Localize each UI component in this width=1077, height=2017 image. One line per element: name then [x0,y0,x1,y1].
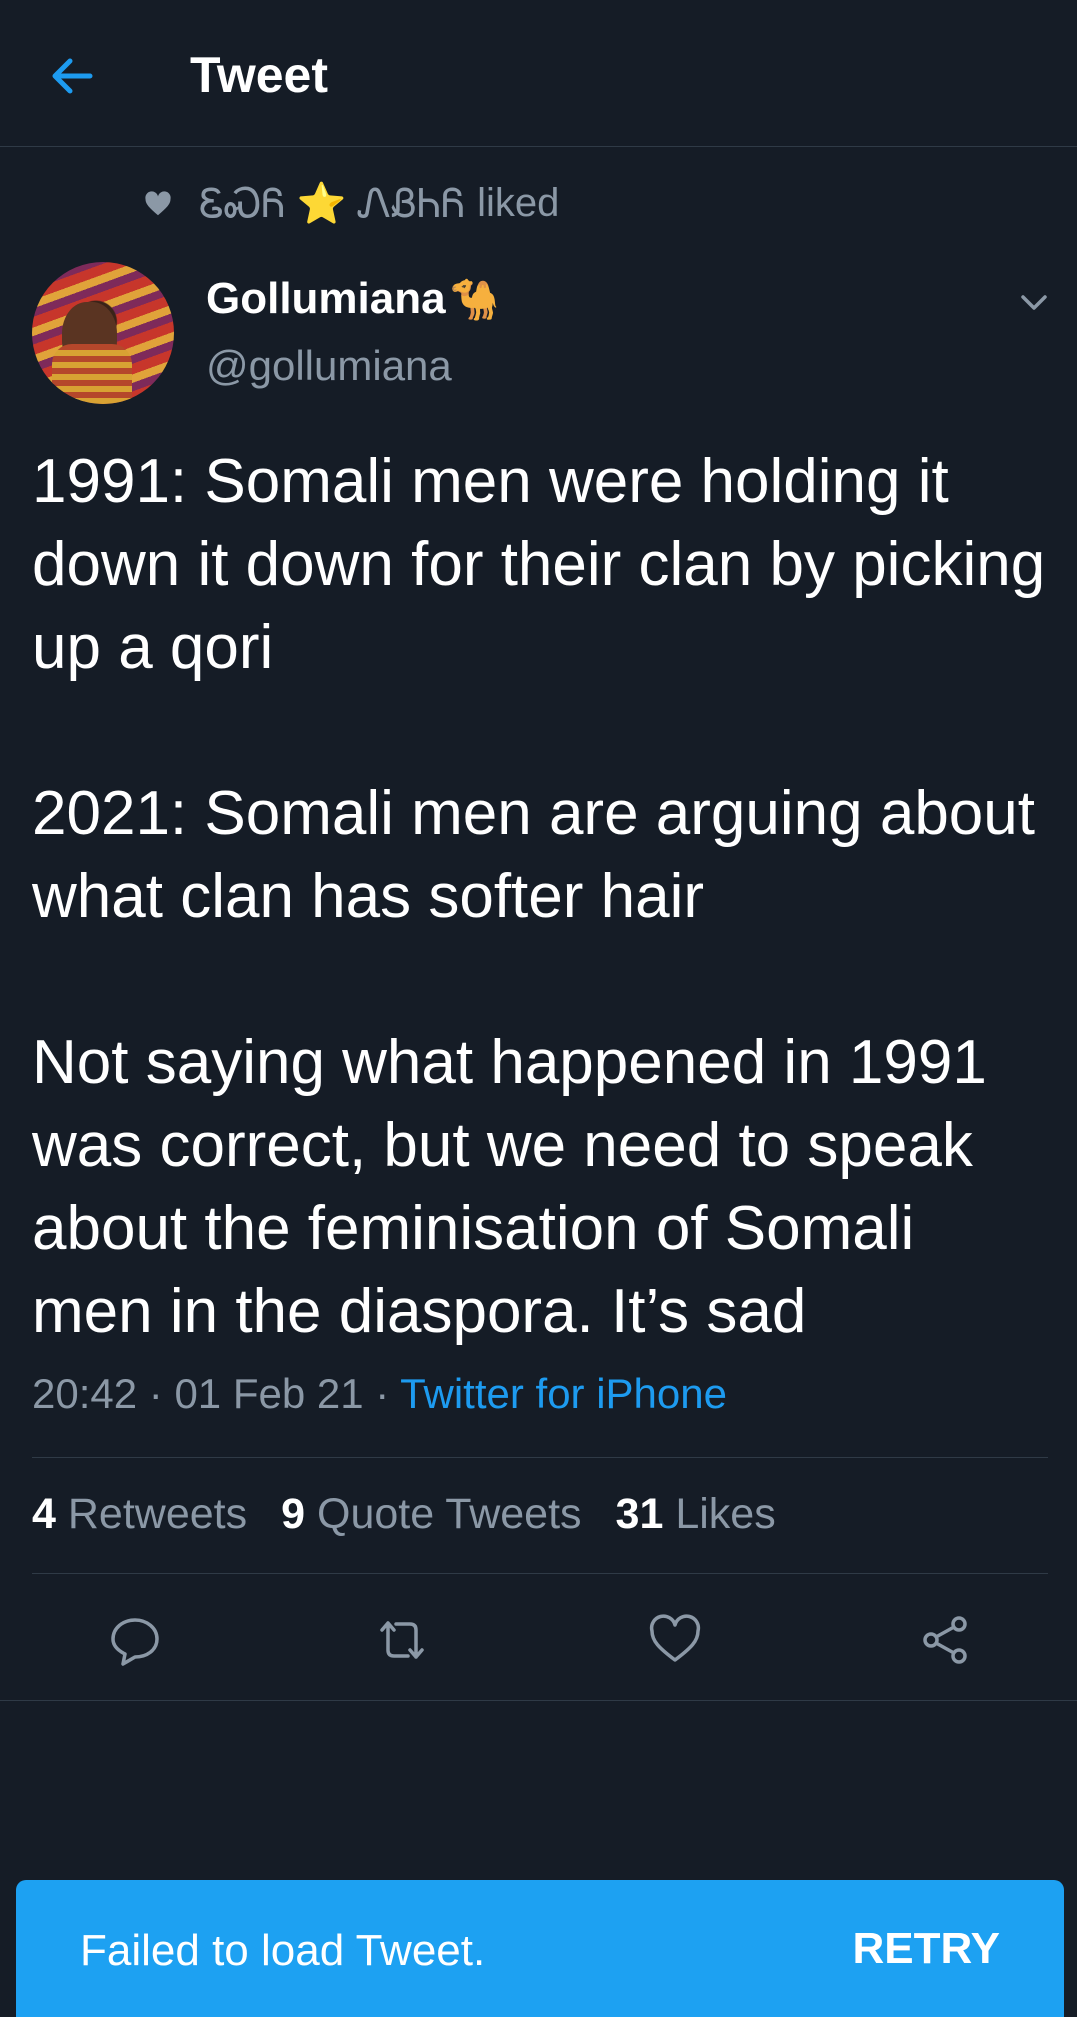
meta-separator: · [148,1370,175,1417]
arrow-left-icon[interactable] [42,46,102,106]
retweet-icon[interactable] [374,1612,430,1668]
camel-emoji: 🐪 [449,277,500,322]
avatar-veil [52,344,132,404]
top-app-bar: Tweet [0,0,1077,147]
toast-message: Failed to load Tweet. [80,1926,486,1975]
tweet-time: 20:42 [32,1370,138,1417]
tweet-actions [0,1612,1077,1668]
heart-icon [145,190,171,215]
engagement-stats: 4 Retweets 9 Quote Tweets 31 Likes [32,1490,810,1539]
author-handle[interactable]: @gollumiana [206,342,452,390]
error-toast: Failed to load Tweet. RETRY [16,1880,1064,2017]
likes-label: Likes [675,1490,776,1538]
tweet-metadata: 20:42 · 01 Feb 21 · Twitter for iPhone [32,1370,727,1418]
retweets-label: Retweets [67,1490,248,1538]
quote-tweets-label: Quote Tweets [317,1490,582,1538]
chevron-down-icon[interactable] [1016,284,1052,320]
retweets-stat[interactable]: 4 Retweets [32,1490,247,1539]
share-icon[interactable] [917,1612,973,1668]
retweets-count: 4 [32,1490,56,1538]
like-icon[interactable] [647,1612,703,1668]
divider [0,1700,1077,1701]
reply-icon[interactable] [107,1612,163,1668]
retry-button[interactable]: RETRY [853,1924,1001,1974]
tweet-source-link[interactable]: Twitter for iPhone [400,1370,727,1417]
quote-tweets-stat[interactable]: 9 Quote Tweets [281,1490,581,1539]
divider [32,1573,1048,1574]
quote-tweets-count: 9 [281,1490,306,1538]
page-title: Tweet [190,47,328,103]
social-context[interactable]: ᏋᏍᏲ ⭐ ᏁᏰᏂᏲ liked [143,180,559,227]
meta-separator: · [375,1370,401,1417]
likes-count: 31 [615,1490,664,1538]
author-display-name: Gollumiana [206,274,446,323]
divider [32,1457,1048,1458]
tweet-text: 1991: Somali men were holding it down it… [32,447,1046,1346]
social-context-verb: liked [477,181,560,225]
tweet-date: 01 Feb 21 [174,1370,364,1417]
likes-stat[interactable]: 31 Likes [616,1490,776,1539]
social-context-names: ᏋᏍᏲ ⭐ ᏁᏰᏂᏲ [199,182,466,226]
author-name[interactable]: Gollumiana 🐪 [206,274,499,324]
avatar[interactable] [32,262,174,404]
